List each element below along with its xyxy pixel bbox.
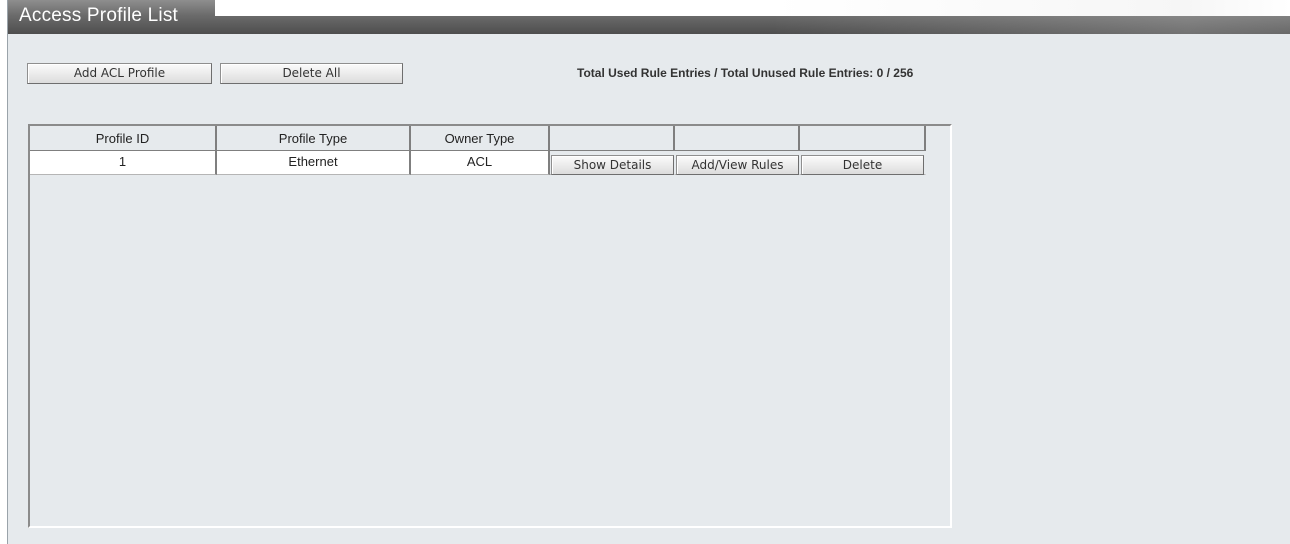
cell-delete: Delete [800, 151, 926, 175]
show-details-button[interactable]: Show Details [551, 155, 674, 175]
title-bar: Access Profile List [8, 0, 1290, 34]
cell-owner-type: ACL [411, 151, 550, 175]
title-bar-top-strip [215, 0, 1290, 34]
page-title: Access Profile List [19, 5, 179, 26]
table-header-row: Profile ID Profile Type Owner Type [30, 126, 926, 151]
column-header-profile-type: Profile Type [217, 126, 411, 151]
cell-profile-type: Ethernet [217, 151, 411, 175]
delete-all-button[interactable]: Delete All [220, 63, 403, 84]
rule-entries-summary: Total Used Rule Entries / Total Unused R… [577, 66, 914, 80]
cell-add-view-rules: Add/View Rules [675, 151, 800, 175]
delete-row-button[interactable]: Delete [801, 155, 924, 175]
column-header-owner-type: Owner Type [411, 126, 550, 151]
profile-table: Profile ID Profile Type Owner Type 1 Eth… [28, 124, 952, 528]
column-header-blank-3 [800, 126, 926, 151]
page: Access Profile List Add ACL Profile Dele… [0, 0, 1290, 544]
table-row: 1 Ethernet ACL Show Details Add/View Rul… [30, 151, 926, 175]
add-acl-profile-button[interactable]: Add ACL Profile [27, 63, 212, 84]
column-header-blank-1 [550, 126, 675, 151]
add-view-rules-button[interactable]: Add/View Rules [676, 155, 799, 175]
column-header-profile-id: Profile ID [30, 126, 217, 151]
column-header-blank-2 [675, 126, 800, 151]
cell-profile-id: 1 [30, 151, 217, 175]
cell-show-details: Show Details [550, 151, 675, 175]
access-profile-panel: Access Profile List Add ACL Profile Dele… [7, 0, 1290, 544]
